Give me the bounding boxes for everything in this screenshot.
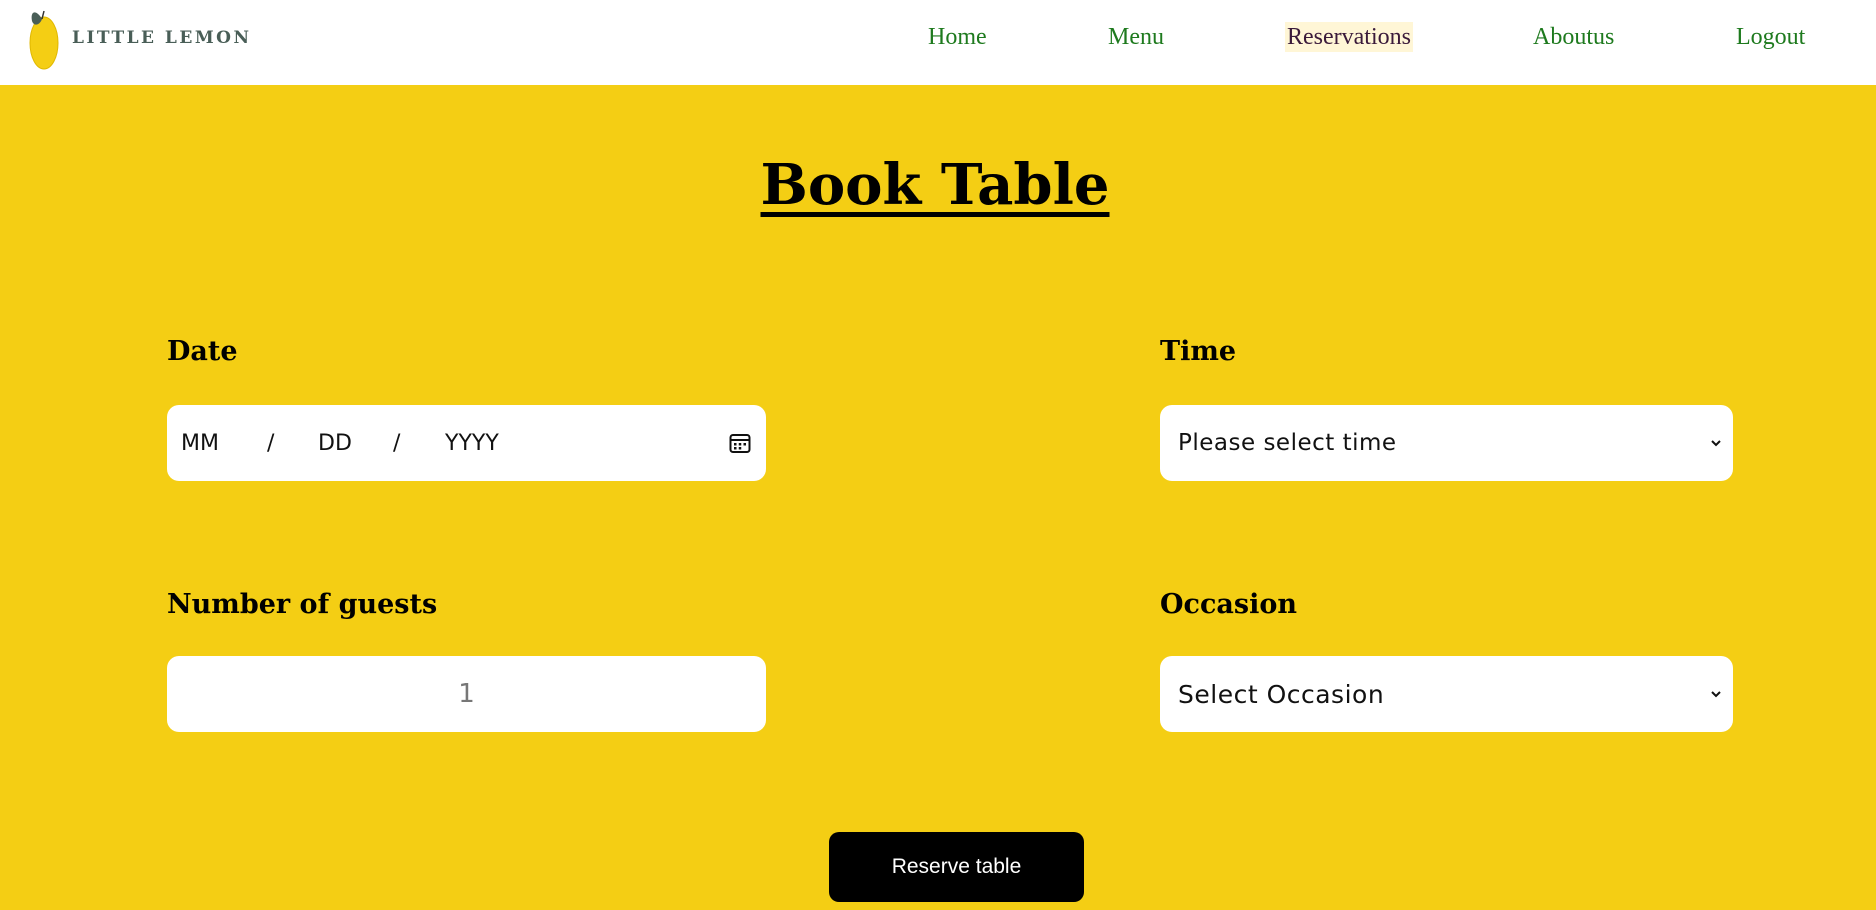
logo-text: LITTLE LEMON bbox=[72, 28, 252, 48]
time-label: Time bbox=[1160, 336, 1237, 367]
booking-section: Book Table Date MM / DD / YYYY Time Plea… bbox=[0, 85, 1876, 910]
occasion-select[interactable]: Select Occasion bbox=[1160, 656, 1733, 732]
occasion-select-value: Select Occasion bbox=[1178, 679, 1385, 709]
guests-label: Number of guests bbox=[167, 589, 438, 620]
date-year-segment[interactable]: YYYY bbox=[445, 431, 499, 456]
time-select-value: Please select time bbox=[1178, 430, 1397, 456]
date-label: Date bbox=[167, 336, 238, 367]
date-month-segment[interactable]: MM bbox=[181, 431, 219, 456]
date-input[interactable]: MM / DD / YYYY bbox=[167, 405, 766, 481]
nav-home[interactable]: Home bbox=[928, 22, 987, 52]
guests-value: 1 bbox=[458, 679, 475, 709]
date-day-segment[interactable]: DD bbox=[318, 431, 352, 456]
calendar-icon[interactable] bbox=[728, 431, 752, 455]
nav-menu[interactable]: Menu bbox=[1108, 22, 1164, 52]
date-separator: / bbox=[393, 430, 401, 456]
chevron-down-icon bbox=[1711, 440, 1721, 447]
nav-logout[interactable]: Logout bbox=[1736, 22, 1805, 52]
page-title: Book Table bbox=[760, 152, 1110, 218]
nav-about-us[interactable]: Aboutus bbox=[1533, 22, 1614, 52]
nav-reservations[interactable]: Reservations bbox=[1285, 22, 1413, 52]
date-separator: / bbox=[267, 430, 275, 456]
occasion-label: Occasion bbox=[1160, 589, 1297, 620]
lemon-logo-icon bbox=[29, 10, 59, 70]
guests-input[interactable]: 1 bbox=[167, 656, 766, 732]
time-select[interactable]: Please select time bbox=[1160, 405, 1733, 481]
reserve-table-button[interactable]: Reserve table bbox=[829, 832, 1084, 902]
chevron-down-icon bbox=[1711, 691, 1721, 698]
top-navigation: LITTLE LEMON Home Menu Reservations Abou… bbox=[0, 0, 1876, 85]
logo[interactable]: LITTLE LEMON bbox=[26, 5, 249, 71]
